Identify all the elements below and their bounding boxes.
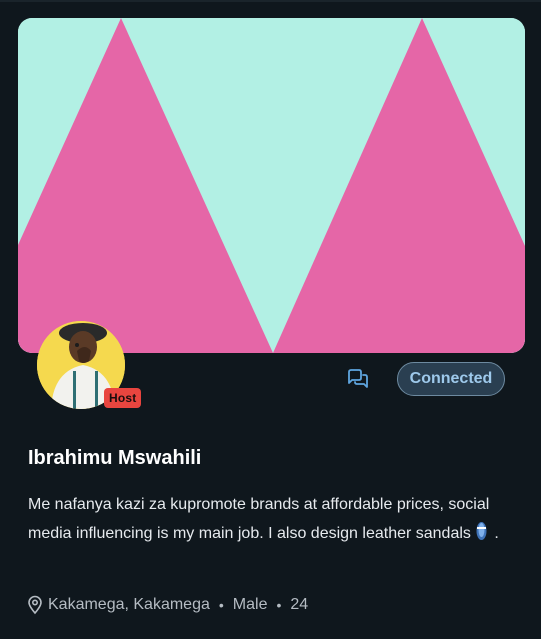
location-pin-icon xyxy=(26,595,44,615)
location-text: Kakamega, Kakamega xyxy=(48,596,210,613)
cover-image xyxy=(18,18,525,353)
gender-text: Male xyxy=(232,596,268,613)
host-badge: Host xyxy=(104,388,142,408)
divider xyxy=(0,0,541,2)
separator: • xyxy=(276,597,282,613)
connected-button[interactable]: Connected xyxy=(397,362,505,396)
sandal-icon xyxy=(475,521,488,551)
bio-end: . xyxy=(494,525,499,542)
profile-meta: Kakamega, Kakamega • Male • 24 xyxy=(26,594,308,616)
profile-name: Ibrahimu Mswahili xyxy=(28,447,202,469)
age-text: 24 xyxy=(290,596,309,613)
message-button[interactable] xyxy=(344,367,372,393)
separator: • xyxy=(218,597,224,613)
profile-bio: Me nafanya kazi za kupromote brands at a… xyxy=(28,490,518,551)
bio-text: Me nafanya kazi za kupromote brands at a… xyxy=(28,496,490,542)
chat-bubbles-icon xyxy=(346,367,370,394)
avatar[interactable]: Host xyxy=(37,321,142,409)
profile-card: Host Connected Ibrahimu Mswahili Me nafa… xyxy=(0,0,541,639)
